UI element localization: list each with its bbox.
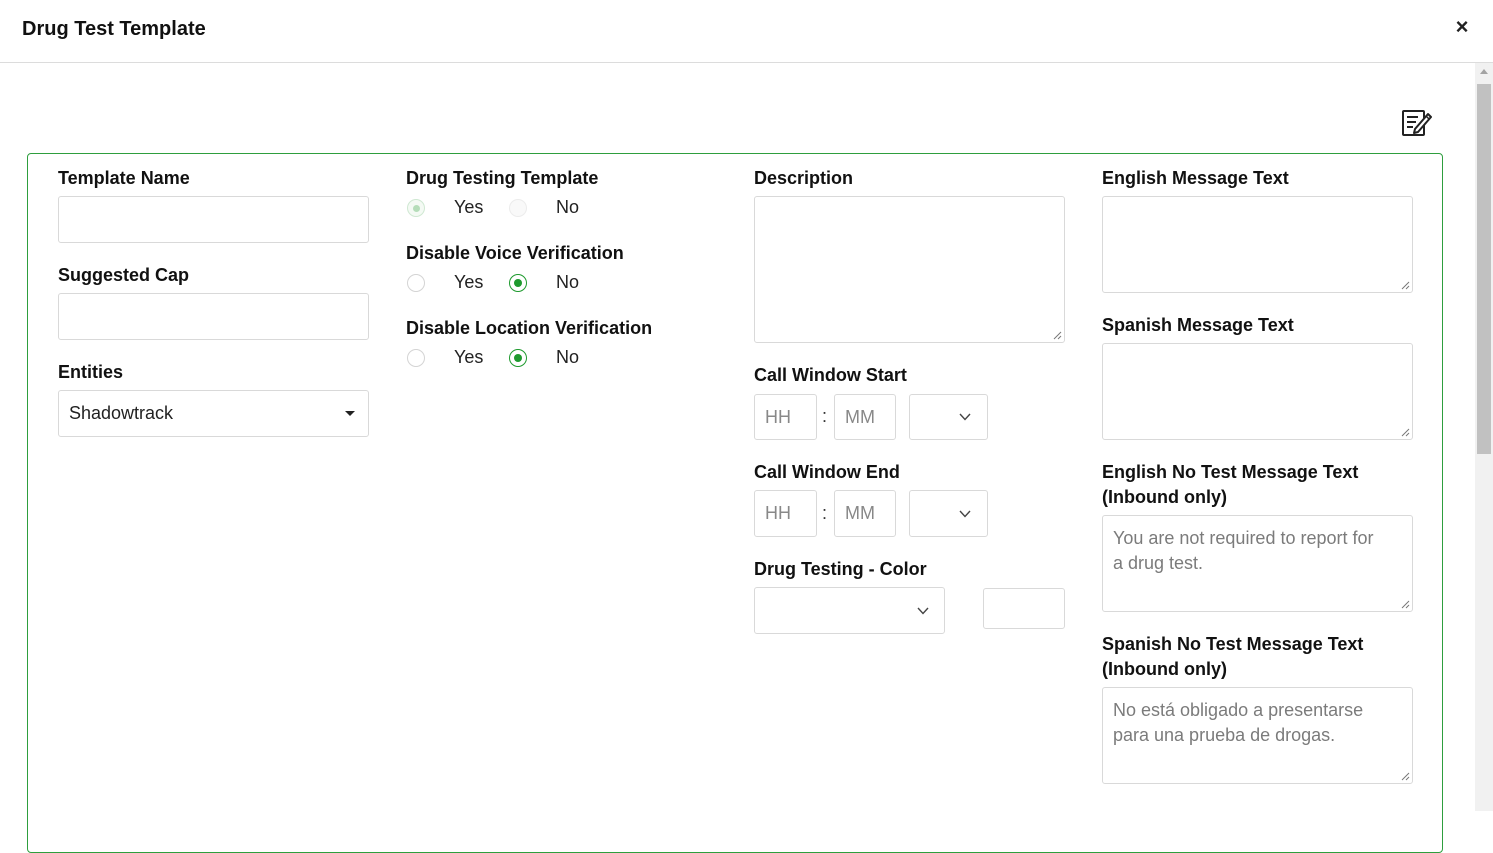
drug-testing-color-label: Drug Testing - Color: [754, 559, 927, 579]
hour-placeholder: HH: [765, 503, 791, 523]
english-no-test-text-line1: You are not required to report for: [1113, 528, 1374, 548]
disable-voice-verification-label: Disable Voice Verification: [406, 243, 624, 263]
spanish-no-test-textarea[interactable]: No está obligado a presentarse para una …: [1102, 687, 1413, 784]
time-separator: :: [822, 503, 828, 523]
drug-testing-template-yes-radio[interactable]: [407, 199, 425, 217]
disable-voice-verification-yes-label: Yes: [454, 272, 484, 292]
vertical-scrollbar[interactable]: [1475, 63, 1493, 811]
scroll-up-arrow-icon[interactable]: [1480, 69, 1488, 74]
entities-select[interactable]: Shadowtrack: [58, 390, 369, 437]
minute-placeholder: MM: [845, 503, 875, 523]
spanish-message-text-label: Spanish Message Text: [1102, 315, 1294, 335]
disable-voice-verification-yes-radio[interactable]: [407, 274, 425, 292]
spanish-message-textarea[interactable]: [1102, 343, 1413, 440]
description-textarea[interactable]: [754, 196, 1065, 343]
resize-grip-icon[interactable]: [1401, 281, 1410, 290]
resize-grip-icon[interactable]: [1401, 600, 1410, 609]
english-no-test-textarea[interactable]: You are not required to report for a dru…: [1102, 515, 1413, 612]
close-button[interactable]: ×: [1451, 14, 1473, 40]
entities-label: Entities: [58, 362, 124, 382]
template-name-input[interactable]: [58, 196, 369, 243]
color-preview-swatch[interactable]: [983, 588, 1065, 629]
time-separator: :: [822, 406, 828, 426]
chevron-down-icon: [917, 607, 929, 615]
call-window-start-ampm-select[interactable]: [909, 394, 988, 440]
english-message-text-label: English Message Text: [1102, 168, 1289, 188]
entities-selected-value: Shadowtrack: [69, 403, 174, 423]
disable-location-verification-yes-label: Yes: [454, 347, 484, 367]
resize-grip-icon[interactable]: [1401, 428, 1410, 437]
drug-testing-template-label: Drug Testing Template: [406, 168, 599, 188]
english-no-test-label: English No Test Message Text: [1102, 462, 1359, 482]
chevron-down-icon: [959, 510, 971, 518]
english-no-test-label-note: (Inbound only): [1102, 487, 1227, 507]
disable-voice-verification-radio-group: Yes No: [407, 272, 607, 296]
disable-location-verification-label: Disable Location Verification: [406, 318, 653, 338]
disable-location-verification-yes-radio[interactable]: [407, 349, 425, 367]
drug-testing-template-no-radio[interactable]: [509, 199, 527, 217]
disable-voice-verification-no-label: No: [556, 272, 580, 292]
spanish-no-test-label: Spanish No Test Message Text: [1102, 634, 1364, 654]
suggested-cap-label: Suggested Cap: [58, 265, 190, 285]
drug-testing-template-yes-label: Yes: [454, 197, 484, 217]
spanish-no-test-text-line1: No está obligado a presentarse: [1113, 700, 1364, 720]
suggested-cap-input[interactable]: [58, 293, 369, 340]
description-label: Description: [754, 168, 854, 188]
template-name-label: Template Name: [58, 168, 190, 188]
resize-grip-icon[interactable]: [1401, 772, 1410, 781]
spanish-no-test-text-line2: para una prueba de drogas.: [1113, 725, 1336, 745]
drug-testing-template-no-label: No: [556, 197, 580, 217]
resize-grip-icon[interactable]: [1053, 331, 1062, 340]
drug-testing-template-radio-group: Yes No: [407, 197, 607, 221]
minute-placeholder: MM: [845, 407, 875, 427]
disable-location-verification-radio-group: Yes No: [407, 347, 607, 371]
hour-placeholder: HH: [765, 407, 791, 427]
chevron-down-icon: [959, 413, 971, 421]
call-window-end-label: Call Window End: [754, 462, 900, 482]
edit-notes-icon[interactable]: [1401, 106, 1433, 138]
scroll-thumb[interactable]: [1477, 84, 1491, 454]
dialog-title: Drug Test Template: [22, 18, 206, 40]
disable-voice-verification-no-radio[interactable]: [509, 274, 527, 292]
dialog-header: Drug Test Template ×: [0, 0, 1493, 63]
call-window-start-minute-input[interactable]: MM: [834, 394, 896, 440]
english-no-test-text-line2: a drug test.: [1113, 553, 1204, 573]
call-window-start-hour-input[interactable]: HH: [754, 394, 817, 440]
english-message-textarea[interactable]: [1102, 196, 1413, 293]
spanish-no-test-label-note: (Inbound only): [1102, 659, 1227, 679]
disable-location-verification-no-label: No: [556, 347, 580, 367]
call-window-end-ampm-select[interactable]: [909, 490, 988, 537]
caret-down-icon: [345, 411, 355, 416]
call-window-end-minute-input[interactable]: MM: [834, 490, 896, 537]
disable-location-verification-no-radio[interactable]: [509, 349, 527, 367]
call-window-end-hour-input[interactable]: HH: [754, 490, 817, 537]
drug-testing-color-select[interactable]: [754, 587, 945, 634]
call-window-start-label: Call Window Start: [754, 365, 907, 385]
